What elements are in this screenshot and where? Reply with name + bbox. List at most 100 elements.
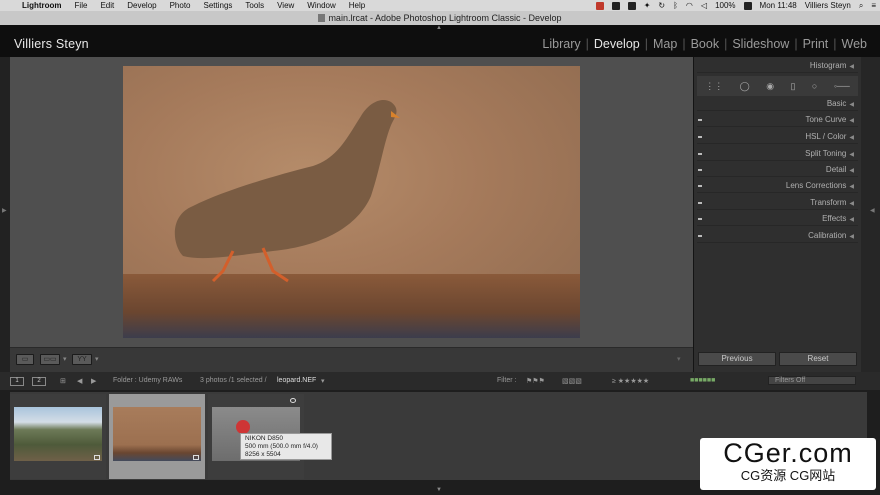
- filmstrip-cell-selected[interactable]: [109, 394, 205, 479]
- collapse-right-panel-icon[interactable]: ◀: [870, 207, 875, 214]
- section-tone-curve[interactable]: Tone Curve ◀: [697, 113, 858, 127]
- menu-app-name[interactable]: Lightroom: [22, 0, 62, 11]
- graduated-filter-icon[interactable]: ▯: [791, 81, 796, 92]
- panel-switch-icon[interactable]: [698, 169, 702, 171]
- left-panel-collapsed[interactable]: ▶: [0, 57, 10, 372]
- toolbar-dropdown-icon[interactable]: ▾: [95, 355, 99, 363]
- section-expand-icon[interactable]: ◀: [849, 184, 854, 190]
- panel-switch-icon[interactable]: [698, 119, 702, 121]
- module-book[interactable]: Book: [686, 37, 725, 51]
- battery-icon[interactable]: [743, 1, 752, 10]
- rating-filter-stars[interactable]: ≥ ★★★★★: [612, 377, 649, 385]
- clock[interactable]: Mon 11:48: [760, 1, 797, 10]
- panel-switch-icon[interactable]: [698, 235, 702, 237]
- toolbar-menu-icon[interactable]: ▾: [677, 355, 681, 363]
- selected-filename[interactable]: leopard.NEF: [277, 377, 316, 384]
- forward-arrow-icon[interactable]: ▶: [91, 377, 96, 385]
- section-transform[interactable]: Transform ◀: [697, 196, 858, 210]
- panel-switch-icon[interactable]: [698, 218, 702, 220]
- view-dropdown-icon[interactable]: ▾: [63, 355, 67, 363]
- menu-file[interactable]: File: [75, 0, 88, 11]
- crop-tool-icon[interactable]: ⋮⋮: [705, 81, 723, 92]
- menu-tools[interactable]: Tools: [245, 0, 264, 11]
- volume-icon[interactable]: ◁: [701, 1, 707, 10]
- grid-view-icon[interactable]: ⊞: [60, 377, 66, 385]
- histogram-collapse-icon[interactable]: ◀: [849, 64, 854, 70]
- quick-collection-icon[interactable]: [290, 398, 296, 403]
- record-icon[interactable]: [595, 1, 604, 10]
- panel-switch-icon[interactable]: [698, 202, 702, 204]
- thumbnail-landscape[interactable]: [14, 407, 102, 461]
- menu-settings[interactable]: Settings: [204, 0, 233, 11]
- red-eye-icon[interactable]: ◉: [766, 81, 774, 92]
- flag-filter-icon[interactable]: ⚑⚑⚑: [526, 377, 545, 385]
- histogram-header[interactable]: Histogram ◀: [697, 59, 858, 73]
- section-hsl-color[interactable]: HSL / Color ◀: [697, 130, 858, 144]
- expand-left-panel-icon[interactable]: ▶: [2, 207, 7, 214]
- filmstrip-cell[interactable]: [10, 394, 106, 479]
- thumbnail-bird[interactable]: [113, 407, 201, 461]
- section-lens-corrections[interactable]: Lens Corrections ◀: [697, 179, 858, 193]
- module-web[interactable]: Web: [837, 37, 872, 51]
- battery-label[interactable]: 100%: [715, 1, 735, 10]
- radial-filter-icon[interactable]: ○: [812, 81, 817, 91]
- virtual-copy-filter-icon[interactable]: ▧▧▧: [562, 377, 582, 385]
- wifi-icon[interactable]: ◠: [686, 1, 693, 10]
- reset-button[interactable]: Reset: [779, 352, 857, 366]
- search-icon[interactable]: ⌕: [859, 1, 863, 11]
- window-1-button[interactable]: 1: [10, 377, 24, 386]
- collapse-top-panel-icon[interactable]: ▲: [436, 25, 442, 31]
- menu-develop[interactable]: Develop: [127, 0, 156, 11]
- previous-button[interactable]: Previous: [698, 352, 776, 366]
- filename-dropdown-icon[interactable]: ▾: [321, 377, 325, 385]
- spot-removal-icon[interactable]: ◯: [740, 81, 750, 92]
- bluetooth-icon[interactable]: ᛒ: [673, 1, 678, 10]
- panel-switch-icon[interactable]: [698, 153, 702, 155]
- dropbox-icon[interactable]: ✦: [644, 1, 651, 10]
- menu-edit[interactable]: Edit: [100, 0, 114, 11]
- module-library[interactable]: Library: [537, 37, 585, 51]
- module-slideshow[interactable]: Slideshow: [727, 37, 794, 51]
- module-develop[interactable]: Develop: [589, 37, 645, 51]
- section-expand-icon[interactable]: ◀: [849, 102, 854, 108]
- module-map[interactable]: Map: [648, 37, 682, 51]
- history-icon[interactable]: ↻: [658, 1, 665, 10]
- section-split-toning[interactable]: Split Toning ◀: [697, 147, 858, 161]
- section-calibration[interactable]: Calibration ◀: [697, 229, 858, 243]
- before-after-swap-button[interactable]: YY: [72, 354, 92, 365]
- image-canvas[interactable]: [10, 57, 693, 347]
- section-expand-icon[interactable]: ◀: [849, 217, 854, 223]
- right-panel-edge[interactable]: ◀: [861, 57, 880, 372]
- source-label[interactable]: Folder : Udemy RAWs: [113, 377, 182, 384]
- section-expand-icon[interactable]: ◀: [849, 201, 854, 207]
- menu-window[interactable]: Window: [307, 0, 335, 11]
- collapse-filmstrip-icon[interactable]: ▼: [436, 487, 442, 493]
- panel-switch-icon[interactable]: [698, 185, 702, 187]
- menu-view[interactable]: View: [277, 0, 294, 11]
- menu-help[interactable]: Help: [349, 0, 365, 11]
- screen-tool-icon[interactable]: [611, 1, 620, 10]
- section-expand-icon[interactable]: ◀: [849, 168, 854, 174]
- color-label-filter[interactable]: ■■■■■■: [690, 377, 715, 384]
- before-after-button[interactable]: ▭▭: [40, 354, 60, 365]
- app-tray-icon[interactable]: [627, 1, 636, 10]
- section-expand-icon[interactable]: ◀: [849, 234, 854, 240]
- panel-switch-icon[interactable]: [698, 136, 702, 138]
- section-expand-icon[interactable]: ◀: [849, 135, 854, 141]
- adjustment-brush-icon[interactable]: ◦──: [834, 81, 850, 91]
- window-2-button[interactable]: 2: [32, 377, 46, 386]
- filters-off-select[interactable]: Filters Off: [768, 376, 856, 385]
- user-name[interactable]: Villiers Steyn: [805, 1, 851, 10]
- main-photo[interactable]: [123, 66, 580, 338]
- notification-center-icon[interactable]: ≡: [871, 1, 876, 10]
- bird-body: [174, 99, 397, 259]
- menu-photo[interactable]: Photo: [170, 0, 191, 11]
- section-effects[interactable]: Effects ◀: [697, 212, 858, 226]
- loupe-view-button[interactable]: ▭: [16, 354, 34, 365]
- section-detail[interactable]: Detail ◀: [697, 163, 858, 177]
- section-basic[interactable]: Basic ◀: [697, 97, 858, 111]
- section-expand-icon[interactable]: ◀: [849, 152, 854, 158]
- section-expand-icon[interactable]: ◀: [849, 118, 854, 124]
- back-arrow-icon[interactable]: ◀: [77, 377, 82, 385]
- module-print[interactable]: Print: [798, 37, 834, 51]
